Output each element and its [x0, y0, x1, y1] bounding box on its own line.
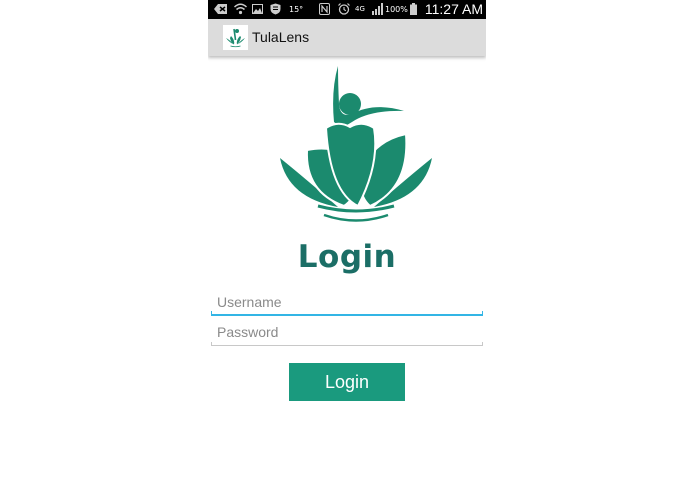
- image-icon: [252, 4, 263, 14]
- nfc-icon: [319, 3, 330, 15]
- battery-icon: [410, 3, 417, 15]
- username-field: [211, 290, 483, 316]
- lotus-logo-icon[interactable]: [223, 25, 248, 50]
- login-button[interactable]: Login: [289, 363, 405, 401]
- action-bar: TulaLens: [208, 19, 486, 56]
- temperature-text: 15°: [289, 5, 304, 14]
- status-bar: 15° 4G 100% 11:27 AM: [208, 0, 486, 19]
- password-underline: [211, 342, 483, 346]
- alarm-icon: [338, 3, 350, 15]
- app-title: TulaLens: [252, 29, 310, 45]
- clock-text: 11:27 AM: [424, 1, 483, 17]
- phone-screen: 15° 4G 100% 11:27 AM TulaLens Login User…: [208, 0, 486, 494]
- mail-icon: [214, 4, 227, 14]
- password-input[interactable]: [211, 320, 483, 344]
- wifi-icon: [234, 3, 247, 15]
- username-underline: [211, 311, 483, 316]
- shield-icon: [270, 3, 281, 15]
- password-field: [211, 320, 483, 346]
- lotus-logo-icon: [280, 66, 432, 222]
- login-heading: Login: [297, 239, 397, 275]
- network-4g-text: 4G: [355, 5, 365, 13]
- battery-percent-text: 100%: [385, 5, 408, 14]
- username-input[interactable]: [211, 290, 483, 314]
- signal-icon: [372, 3, 383, 15]
